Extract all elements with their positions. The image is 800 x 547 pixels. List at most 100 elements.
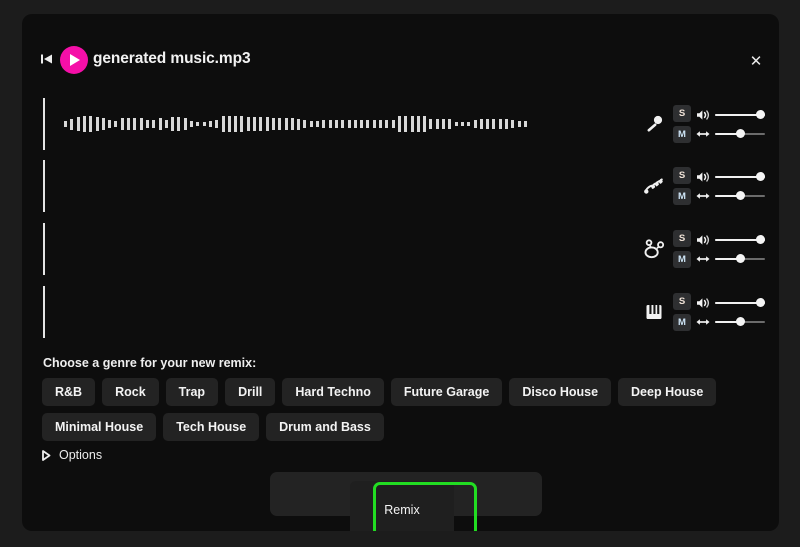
- speaker-icon[interactable]: [696, 171, 710, 183]
- speaker-icon[interactable]: [696, 297, 710, 309]
- waveform-bar: [360, 120, 363, 128]
- mute-button[interactable]: M: [673, 188, 691, 205]
- waveform-bar: [253, 117, 256, 131]
- pan-arrows-icon[interactable]: [696, 316, 710, 328]
- waveform-bar: [83, 116, 86, 132]
- waveform-bar: [348, 120, 351, 128]
- volume-slider-thumb[interactable]: [756, 298, 765, 307]
- genre-button-trap[interactable]: Trap: [166, 378, 218, 406]
- waveform-bar: [379, 120, 382, 128]
- volume-slider[interactable]: [715, 110, 765, 120]
- track-controls: SM: [643, 96, 765, 152]
- waveform-bar: [133, 118, 136, 131]
- track-row: SM: [22, 154, 779, 220]
- waveform-bar: [278, 118, 281, 131]
- track-controls: SM: [643, 284, 765, 340]
- skip-to-start-icon[interactable]: [40, 52, 54, 66]
- solo-button[interactable]: S: [673, 293, 691, 310]
- track-waveform[interactable]: [64, 286, 664, 338]
- genre-button-rock[interactable]: Rock: [102, 378, 159, 406]
- speaker-icon[interactable]: [696, 109, 710, 121]
- genre-button-drum-and-bass[interactable]: Drum and Bass: [266, 413, 384, 441]
- waveform-bar: [152, 120, 155, 128]
- pan-slider-thumb[interactable]: [736, 317, 745, 326]
- genre-button-minimal-house[interactable]: Minimal House: [42, 413, 156, 441]
- microphone-icon: [643, 113, 665, 135]
- pan-arrows-icon[interactable]: [696, 253, 710, 265]
- track-list: SMSMSMSM: [22, 76, 779, 344]
- track-controls: SM: [643, 158, 765, 214]
- pan-slider-thumb[interactable]: [736, 254, 745, 263]
- mute-button[interactable]: M: [673, 126, 691, 143]
- speaker-icon[interactable]: [696, 234, 710, 246]
- waveform-bar: [455, 122, 458, 127]
- waveform-bar: [64, 121, 67, 127]
- waveform-bar: [127, 118, 130, 131]
- waveform-bar: [96, 117, 99, 131]
- genre-button-tech-house[interactable]: Tech House: [163, 413, 259, 441]
- genre-button-disco-house[interactable]: Disco House: [509, 378, 611, 406]
- waveform-bar: [329, 120, 332, 128]
- volume-slider-row: [696, 234, 765, 246]
- genre-button-drill[interactable]: Drill: [225, 378, 275, 406]
- genre-button-deep-house[interactable]: Deep House: [618, 378, 716, 406]
- page-title: generated music.mp3: [93, 50, 250, 68]
- waveform-bar: [511, 120, 514, 128]
- pan-slider[interactable]: [715, 191, 765, 201]
- pan-slider-row: [696, 316, 765, 328]
- waveform-bar: [341, 120, 344, 128]
- waveform-bar: [316, 121, 319, 127]
- pan-slider[interactable]: [715, 129, 765, 139]
- genre-prompt-label: Choose a genre for your new remix:: [43, 356, 256, 370]
- pan-slider[interactable]: [715, 317, 765, 327]
- solo-button[interactable]: S: [673, 230, 691, 247]
- options-disclosure[interactable]: Options: [42, 448, 102, 462]
- waveform-bar: [492, 119, 495, 128]
- volume-slider-thumb[interactable]: [756, 172, 765, 181]
- track-waveform[interactable]: [64, 98, 664, 150]
- genre-button-r-b[interactable]: R&B: [42, 378, 95, 406]
- fader-group: [696, 297, 765, 328]
- waveform-bar: [209, 121, 212, 127]
- pan-slider[interactable]: [715, 254, 765, 264]
- waveform-bar: [203, 122, 206, 127]
- track-waveform[interactable]: [64, 223, 664, 275]
- volume-slider[interactable]: [715, 172, 765, 182]
- volume-slider-thumb[interactable]: [756, 110, 765, 119]
- volume-slider[interactable]: [715, 298, 765, 308]
- solo-button[interactable]: S: [673, 105, 691, 122]
- waveform-bar: [108, 120, 111, 128]
- volume-slider-thumb[interactable]: [756, 235, 765, 244]
- remix-button[interactable]: Remix: [350, 481, 454, 531]
- track-row: SM: [22, 92, 779, 158]
- waveform-bar: [499, 119, 502, 128]
- waveform-bar: [89, 116, 92, 132]
- guitar-icon: [643, 175, 665, 197]
- pan-arrows-icon[interactable]: [696, 190, 710, 202]
- track-waveform[interactable]: [64, 160, 664, 212]
- close-icon[interactable]: ✕: [745, 50, 767, 72]
- play-button[interactable]: [60, 46, 88, 74]
- waveform-bar: [285, 118, 288, 131]
- genre-button-future-garage[interactable]: Future Garage: [391, 378, 502, 406]
- play-icon: [70, 54, 80, 66]
- waveform-bar: [247, 117, 250, 131]
- waveform-bar: [448, 119, 451, 128]
- waveform-bar: [392, 120, 395, 128]
- waveform-bar: [310, 121, 313, 127]
- pan-slider-thumb[interactable]: [736, 191, 745, 200]
- mute-button[interactable]: M: [673, 251, 691, 268]
- genre-button-list: R&BRockTrapDrillHard Techno Future Garage…: [42, 378, 762, 441]
- volume-slider[interactable]: [715, 235, 765, 245]
- mute-button[interactable]: M: [673, 314, 691, 331]
- waveform-bar: [234, 116, 237, 132]
- waveform-bar: [322, 120, 325, 128]
- waveform-bar: [429, 119, 432, 128]
- waveform-bar: [240, 116, 243, 132]
- waveform-bar: [291, 118, 294, 131]
- genre-button-hard-techno[interactable]: Hard Techno: [282, 378, 383, 406]
- waveform-bar: [518, 121, 521, 127]
- pan-slider-thumb[interactable]: [736, 129, 745, 138]
- solo-button[interactable]: S: [673, 167, 691, 184]
- pan-arrows-icon[interactable]: [696, 128, 710, 140]
